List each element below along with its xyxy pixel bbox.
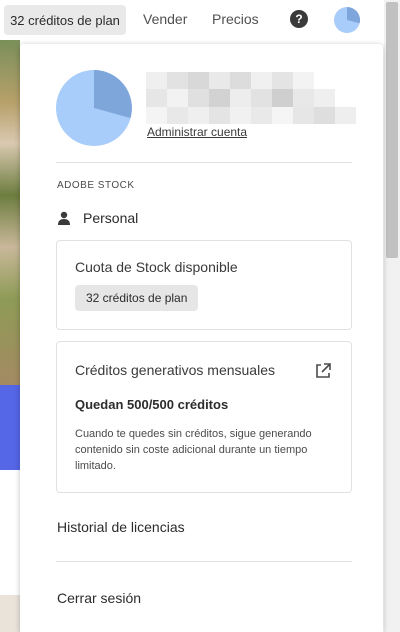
- stock-quota-title: Cuota de Stock disponible: [75, 259, 238, 275]
- generative-credits-title: Créditos generativos mensuales: [75, 362, 275, 378]
- stock-quota-card: Cuota de Stock disponible 32 créditos de…: [56, 240, 352, 330]
- profile-row: Personal: [57, 210, 138, 226]
- sign-out-link[interactable]: Cerrar sesión: [57, 590, 141, 606]
- person-icon: [58, 211, 70, 225]
- question-circle-icon[interactable]: ?: [290, 10, 308, 28]
- external-link-icon[interactable]: [314, 362, 332, 380]
- credits-remaining-text: Quedan 500/500 créditos: [75, 397, 229, 412]
- generative-credits-card[interactable]: Créditos generativos mensuales Quedan 50…: [56, 341, 352, 493]
- background-photo: [0, 40, 20, 385]
- credits-description: Cuando te quedes sin créditos, sigue gen…: [75, 428, 312, 472]
- page-scrollbar-thumb[interactable]: [386, 2, 398, 258]
- nav-link-pricing[interactable]: Precios: [212, 11, 259, 27]
- section-label-adobe-stock: ADOBE STOCK: [57, 180, 135, 191]
- top-navigation-bar: 32 créditos de plan Vender Precios ?: [0, 0, 384, 40]
- license-history-link[interactable]: Historial de licencias: [57, 519, 185, 535]
- plan-credits-badge: 32 créditos de plan: [75, 285, 199, 311]
- redacted-user-name: [146, 72, 356, 124]
- profile-label: Personal: [83, 210, 139, 226]
- user-avatar-icon[interactable]: [334, 7, 360, 33]
- background-footer: [0, 595, 20, 632]
- divider: [56, 162, 352, 163]
- manage-account-link[interactable]: Administrar cuenta: [147, 125, 247, 139]
- nav-link-sell[interactable]: Vender: [143, 11, 187, 27]
- background-banner: [0, 385, 20, 470]
- account-dropdown-panel: Administrar cuenta ADOBE STOCK Personal …: [20, 44, 383, 632]
- divider: [56, 561, 352, 562]
- plan-credits-button[interactable]: 32 créditos de plan: [4, 5, 126, 35]
- profile-avatar-icon: [56, 70, 132, 146]
